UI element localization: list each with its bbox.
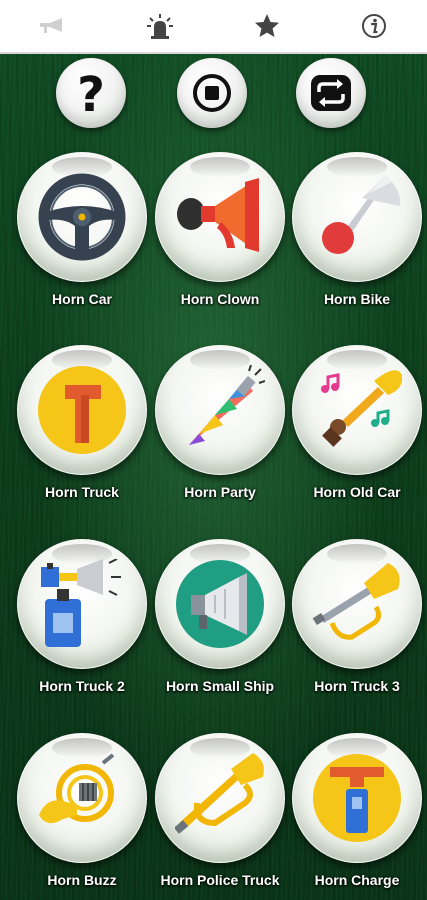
french-horn-icon — [39, 753, 115, 824]
steering-wheel-icon — [38, 173, 126, 261]
help-button[interactable]: ? — [56, 58, 126, 128]
horn-small-ship-button[interactable]: Horn Small Ship — [155, 539, 285, 729]
repeat-button[interactable] — [296, 58, 366, 128]
question-icon: ? — [77, 68, 105, 118]
horn-truck-button[interactable]: Horn Truck — [17, 345, 147, 535]
clown-horn-icon — [177, 178, 259, 252]
svg-text:?: ? — [77, 68, 105, 118]
horn-buzz-button[interactable]: Horn Buzz — [17, 733, 147, 900]
horn-truck-3-button[interactable]: Horn Truck 3 — [292, 539, 422, 729]
horn-car-button[interactable]: Horn Car — [17, 152, 147, 342]
top-tab-bar — [0, 0, 427, 54]
trumpet-music-icon — [321, 370, 402, 447]
charge-horn-icon — [313, 754, 401, 842]
stop-icon — [193, 74, 231, 112]
horn-police-truck-button[interactable]: Horn Police Truck — [155, 733, 285, 900]
horn-old-car-button[interactable]: Horn Old Car — [292, 345, 422, 535]
air-horn-icon — [41, 559, 121, 647]
bugle-icon — [312, 563, 400, 640]
bike-horn-icon — [322, 176, 401, 254]
siren-tab-icon[interactable] — [143, 9, 177, 43]
truck-horn-icon — [38, 366, 126, 454]
horn-truck-2-button[interactable]: Horn Truck 2 — [17, 539, 147, 729]
megaphone-icon — [176, 560, 264, 648]
horn-party-button[interactable]: Horn Party — [155, 345, 285, 535]
horn-tab-icon[interactable] — [36, 9, 70, 43]
stop-button[interactable] — [177, 58, 247, 128]
horn-clown-button[interactable]: Horn Clown — [155, 152, 285, 342]
horn-label: Horn Old Car — [313, 484, 401, 500]
repeat-icon — [311, 75, 351, 111]
police-bugle-icon — [175, 753, 264, 834]
horn-label: Horn Bike — [323, 291, 391, 307]
party-horn-icon — [189, 365, 265, 445]
horn-bike-button[interactable]: Horn Bike — [292, 152, 422, 342]
horn-grid-area: ? Horn Car Horn Clown Horn Bike Horn Tru… — [0, 54, 427, 900]
horn-label: Horn Charge — [314, 872, 400, 888]
horn-label: Horn Truck 3 — [314, 678, 400, 694]
info-tab-icon[interactable] — [357, 9, 391, 43]
horn-charge-button[interactable]: Horn Charge — [292, 733, 422, 900]
star-tab-icon[interactable] — [250, 9, 284, 43]
